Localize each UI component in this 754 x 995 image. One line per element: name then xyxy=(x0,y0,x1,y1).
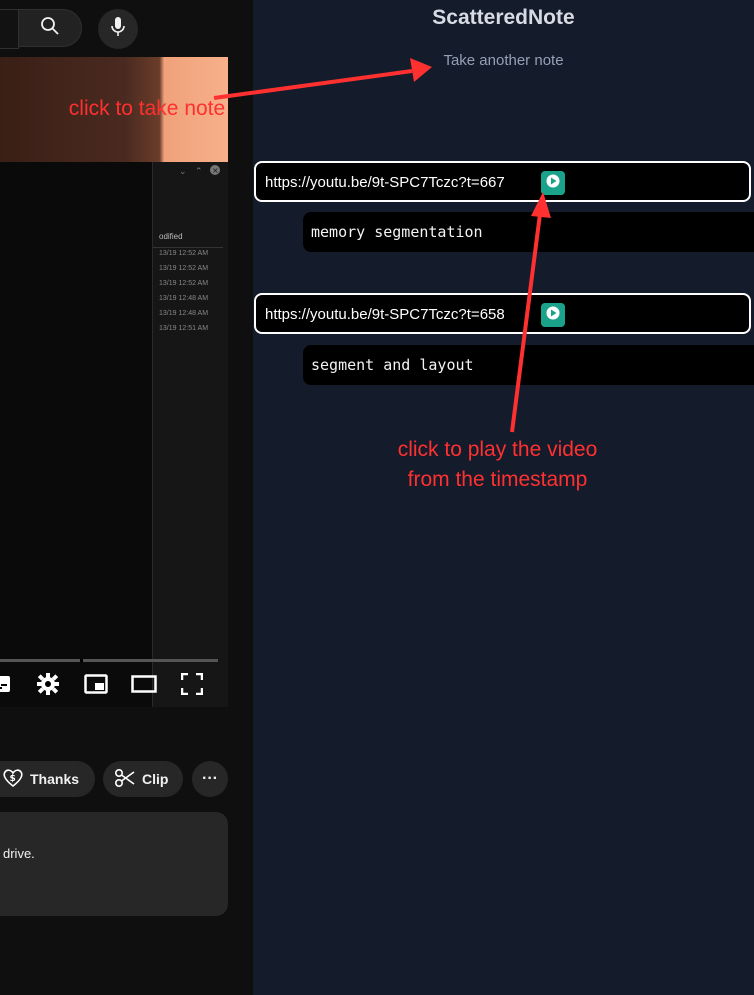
scissors-icon xyxy=(114,768,136,791)
dialog-date: 13/19 12:48 AM xyxy=(159,295,209,302)
note-timestamp-link[interactable]: https://youtu.be/9t-SPC7Tczc?t=658 xyxy=(254,293,751,334)
video-player[interactable]: ⌄ ⌃ × odified 13/19 12:52 AM 13/19 12:52… xyxy=(0,57,228,707)
dialog-date: 13/19 12:52 AM xyxy=(159,250,209,257)
miniplayer-icon xyxy=(84,673,108,699)
dialog-date: 13/19 12:52 AM xyxy=(159,265,209,272)
play-from-timestamp-button[interactable] xyxy=(541,303,565,327)
annotation-play-line-2: from the timestamp xyxy=(407,468,588,491)
svg-text:$: $ xyxy=(10,774,16,784)
note-url[interactable]: https://youtu.be/9t-SPC7Tczc?t=658 xyxy=(265,306,505,323)
app-title: ScatteredNote xyxy=(432,6,575,29)
note-timestamp-link[interactable]: https://youtu.be/9t-SPC7Tczc?t=667 xyxy=(254,161,751,202)
theater-mode-button[interactable] xyxy=(130,672,158,700)
dialog-window-controls-icon: ⌄ ⌃ × xyxy=(179,165,220,177)
theater-mode-icon xyxy=(131,674,157,698)
file-dialog-in-video: ⌄ ⌃ × odified 13/19 12:52 AM 13/19 12:52… xyxy=(152,162,228,707)
search-button[interactable] xyxy=(18,9,82,47)
dialog-date: 13/19 12:52 AM xyxy=(159,280,209,287)
note-text[interactable]: segment and layout xyxy=(303,345,754,385)
play-icon xyxy=(546,306,560,325)
video-frame-dark xyxy=(0,162,160,707)
fullscreen-icon xyxy=(180,672,204,700)
more-actions-icon: ··· xyxy=(202,770,218,787)
annotation-play-line-1: click to play the video xyxy=(397,438,598,461)
note-text-content: segment and layout xyxy=(311,356,474,374)
description-text: drive. xyxy=(3,846,35,861)
video-action-bar: $ Thanks Clip ··· xyxy=(0,761,253,797)
scatterednote-panel: ScatteredNote Take another note https://… xyxy=(253,0,754,995)
fullscreen-button[interactable] xyxy=(178,672,206,700)
note-text[interactable]: memory segmentation xyxy=(303,212,754,252)
subtitles-icon xyxy=(0,675,11,698)
thanks-button[interactable]: $ Thanks xyxy=(0,761,95,797)
svg-text:⌃: ⌃ xyxy=(195,167,203,177)
video-progress-bar[interactable] xyxy=(0,659,218,662)
search-input[interactable] xyxy=(0,9,19,49)
thanks-heart-icon: $ xyxy=(2,768,24,791)
play-icon xyxy=(546,174,560,193)
more-actions-button[interactable]: ··· xyxy=(192,761,228,797)
clip-button[interactable]: Clip xyxy=(103,761,183,797)
clip-label: Clip xyxy=(142,771,169,787)
svg-text:×: × xyxy=(212,166,219,175)
dialog-date: 13/19 12:48 AM xyxy=(159,310,209,317)
miniplayer-button[interactable] xyxy=(82,672,110,700)
search-icon xyxy=(40,16,60,41)
settings-button[interactable] xyxy=(34,672,62,700)
gear-icon xyxy=(36,672,60,701)
subtitles-button[interactable] xyxy=(0,672,14,700)
video-description[interactable]: drive. xyxy=(0,812,228,916)
dialog-column-header: odified xyxy=(153,232,223,248)
note-text-content: memory segmentation xyxy=(311,223,483,241)
youtube-page: ⌄ ⌃ × odified 13/19 12:52 AM 13/19 12:52… xyxy=(0,0,253,995)
take-another-note-button[interactable]: Take another note xyxy=(253,52,754,69)
annotation-play-video: click to play the video from the timesta… xyxy=(360,435,635,495)
dialog-file-table: odified 13/19 12:52 AM 13/19 12:52 AM 13… xyxy=(153,232,223,340)
play-from-timestamp-button[interactable] xyxy=(541,171,565,195)
note-url[interactable]: https://youtu.be/9t-SPC7Tczc?t=667 xyxy=(265,174,505,191)
voice-search-button[interactable] xyxy=(98,9,138,49)
dialog-date: 13/19 12:51 AM xyxy=(159,325,209,332)
microphone-icon xyxy=(110,16,126,43)
screen: ⌄ ⌃ × odified 13/19 12:52 AM 13/19 12:52… xyxy=(0,0,754,995)
thanks-label: Thanks xyxy=(30,771,80,787)
player-controls xyxy=(0,672,228,702)
svg-text:⌄: ⌄ xyxy=(179,167,187,177)
annotation-take-note: click to take note xyxy=(68,97,226,120)
